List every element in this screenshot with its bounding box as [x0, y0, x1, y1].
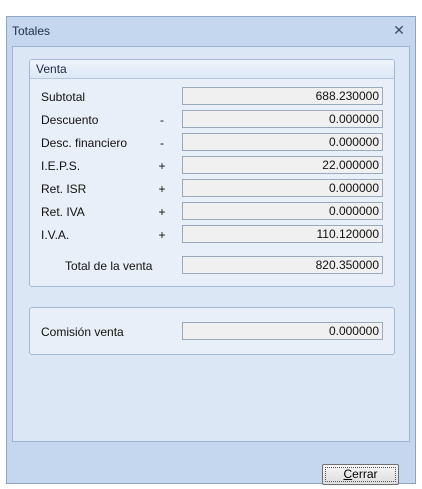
totales-dialog: Totales ✕ Venta Subtotal 688.230000 Desc… [6, 16, 416, 485]
total-venta-label: Total de la venta [65, 259, 153, 273]
venta-group: Venta Subtotal 688.230000 Descuento - 0.… [29, 59, 395, 287]
venta-group-title: Venta [36, 62, 67, 76]
desc-financiero-sign: - [160, 136, 164, 150]
ret-iva-field[interactable]: 0.000000 [182, 202, 383, 220]
window-title: Totales [12, 24, 51, 38]
cerrar-button-label: Cerrar [343, 467, 377, 481]
subtotal-row: Subtotal 688.230000 [30, 87, 394, 107]
ret-isr-label: Ret. ISR [41, 182, 87, 196]
ieps-field[interactable]: 22.000000 [182, 156, 383, 174]
iva-row: I.V.A. + 110.120000 [30, 225, 394, 245]
desc-financiero-row: Desc. financiero - 0.000000 [30, 133, 394, 153]
iva-sign: + [158, 228, 166, 242]
subtotal-label: Subtotal [41, 90, 86, 104]
ret-iva-sign: + [158, 205, 166, 219]
descuento-sign: - [160, 113, 164, 127]
comision-label: Comisión venta [41, 325, 124, 339]
desc-financiero-field[interactable]: 0.000000 [182, 133, 383, 151]
descuento-label: Descuento [41, 113, 99, 127]
comision-row: Comisión venta 0.000000 [30, 322, 394, 342]
comision-group: Comisión venta 0.000000 [29, 307, 395, 355]
subtotal-field[interactable]: 688.230000 [182, 87, 383, 105]
iva-field[interactable]: 110.120000 [182, 225, 383, 243]
close-icon[interactable]: ✕ [392, 23, 406, 37]
ret-isr-sign: + [158, 182, 166, 196]
cerrar-button[interactable]: Cerrar [322, 464, 399, 485]
ret-isr-row: Ret. ISR + 0.000000 [30, 179, 394, 199]
ret-isr-field[interactable]: 0.000000 [182, 179, 383, 197]
ieps-row: I.E.P.S. + 22.000000 [30, 156, 394, 176]
desc-financiero-label: Desc. financiero [41, 136, 128, 150]
descuento-row: Descuento - 0.000000 [30, 110, 394, 130]
title-bar[interactable]: Totales ✕ [7, 17, 415, 45]
total-venta-row: Total de la venta 820.350000 [30, 256, 394, 276]
dialog-body: Venta Subtotal 688.230000 Descuento - 0.… [12, 46, 410, 442]
ieps-sign: + [158, 159, 166, 173]
descuento-field[interactable]: 0.000000 [182, 110, 383, 128]
cerrar-rest: errar [352, 467, 378, 481]
venta-group-header: Venta [30, 60, 394, 79]
iva-label: I.V.A. [41, 228, 70, 242]
ret-iva-label: Ret. IVA [41, 205, 85, 219]
cerrar-mnemonic: C [343, 467, 353, 481]
comision-field[interactable]: 0.000000 [182, 322, 383, 340]
total-venta-field[interactable]: 820.350000 [182, 256, 383, 274]
ieps-label: I.E.P.S. [41, 159, 81, 173]
ret-iva-row: Ret. IVA + 0.000000 [30, 202, 394, 222]
